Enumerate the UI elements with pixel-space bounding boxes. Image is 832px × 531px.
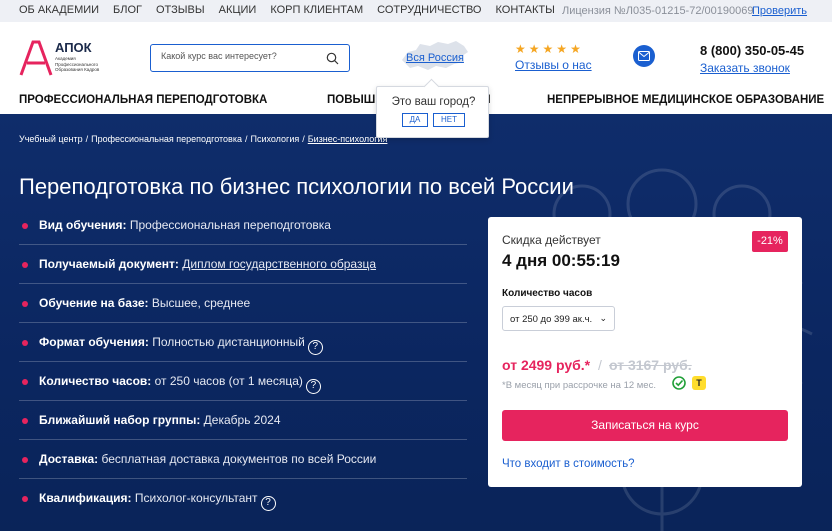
discount-badge: -21%	[752, 231, 788, 252]
hero-section: Учебный центр / Профессиональная переподго…	[0, 114, 832, 531]
sber-bank-icon	[672, 376, 686, 390]
region-selector[interactable]: Вся Россия	[398, 38, 470, 74]
feature-label: Обучение на базе:	[39, 296, 149, 310]
feature-item: Доставка: бесплатная доставка документов…	[19, 440, 467, 479]
city-no-button[interactable]: НЕТ	[433, 113, 465, 127]
logo-subtitle: Академия Профессионального Образования К…	[55, 56, 100, 72]
mainnav-nmo[interactable]: НЕПРЕРЫВНОЕ МЕДИЦИНСКОЕ ОБРАЗОВАНИЕ	[547, 94, 824, 106]
countdown-timer: 4 дня 00:55:19	[502, 251, 620, 270]
feature-label: Формат обучения:	[39, 335, 149, 349]
reviews-link[interactable]: Отзывы о нас	[515, 58, 592, 72]
bullet-icon	[22, 496, 28, 502]
feature-label: Доставка:	[39, 452, 99, 466]
bullet-icon	[22, 418, 28, 424]
bullet-icon	[22, 262, 28, 268]
installment-note: *В месяц при рассрочке на 12 мес.	[502, 380, 656, 391]
feature-item: Вид обучения: Профессиональная переподго…	[19, 206, 467, 245]
feature-label: Квалификация:	[39, 491, 132, 505]
verify-license-link[interactable]: Проверить	[752, 5, 807, 17]
current-price: от 2499 руб.*	[502, 357, 591, 373]
feature-label: Количество часов:	[39, 374, 152, 388]
top-nav: ОБ АКАДЕМИИ БЛОГ ОТЗЫВЫ АКЦИИ КОРП КЛИЕН…	[19, 4, 569, 16]
bullet-icon	[22, 379, 28, 385]
breadcrumb-item[interactable]: Психология	[250, 134, 299, 144]
topnav-about[interactable]: ОБ АКАДЕМИИ	[19, 4, 99, 16]
feature-item: Количество часов: от 250 часов (от 1 мес…	[19, 362, 467, 401]
topnav-contacts[interactable]: КОНТАКТЫ	[496, 4, 555, 16]
hours-select-value: от 250 до 399 ак.ч.	[510, 314, 593, 325]
enroll-button[interactable]: Записаться на курс	[502, 410, 788, 441]
breadcrumb-item[interactable]: Профессиональная переподготовка	[91, 134, 242, 144]
feature-value: Декабрь 2024	[200, 413, 281, 427]
price-card: Скидка действует 4 дня 00:55:19 -21% Кол…	[488, 217, 802, 487]
breadcrumb-item[interactable]: Учебный центр	[19, 134, 83, 144]
city-question: Это ваш город?	[391, 96, 476, 108]
mainnav-retraining[interactable]: ПРОФЕССИОНАЛЬНАЯ ПЕРЕПОДГОТОВКА	[19, 94, 267, 106]
feature-item: Формат обучения: Полностью дистанционный…	[19, 323, 467, 362]
help-icon[interactable]: ?	[307, 340, 323, 355]
feature-value: от 250 часов (от 1 месяца)	[151, 374, 303, 388]
star-icon: ★	[542, 42, 554, 56]
diploma-link[interactable]: Диплом государственного образца	[182, 257, 376, 271]
callback-link[interactable]: Заказать звонок	[700, 61, 790, 75]
hours-label: Количество часов	[502, 288, 593, 299]
bullet-icon	[22, 340, 28, 346]
topnav-corporate[interactable]: КОРП КЛИЕНТАМ	[270, 4, 363, 16]
feature-item: Обучение на базе: Высшее, среднее	[19, 284, 467, 323]
feature-item: Получаемый документ: Диплом государствен…	[19, 245, 467, 284]
whats-included-link[interactable]: Что входит в стоимость?	[502, 458, 635, 470]
star-icon: ★	[528, 42, 540, 56]
rating-stars: ★ ★ ★ ★ ★	[515, 43, 581, 55]
chevron-down-icon: ⌄	[599, 313, 607, 323]
search-input[interactable]	[161, 51, 321, 61]
help-icon[interactable]: ?	[305, 379, 321, 394]
feature-label: Вид обучения:	[39, 218, 127, 232]
topnav-promotions[interactable]: АКЦИИ	[219, 4, 257, 16]
top-bar: ОБ АКАДЕМИИ БЛОГ ОТЗЫВЫ АКЦИИ КОРП КЛИЕН…	[0, 0, 832, 22]
bullet-icon	[22, 301, 28, 307]
logo-name: АПОК	[55, 40, 92, 55]
page-title: Переподготовка по бизнес психологии по в…	[19, 174, 574, 199]
old-price: от 3167 руб.	[609, 357, 692, 373]
logo-a-icon	[19, 40, 53, 76]
feature-item: Ближайший набор группы: Декабрь 2024	[19, 401, 467, 440]
feature-label: Ближайший набор группы:	[39, 413, 201, 427]
topnav-reviews[interactable]: ОТЗЫВЫ	[156, 4, 205, 16]
feature-value: Высшее, среднее	[148, 296, 251, 310]
help-icon[interactable]: ?	[260, 496, 276, 511]
feature-item: Квалификация: Психолог-консультант?	[19, 479, 467, 518]
topnav-cooperation[interactable]: СОТРУДНИЧЕСТВО	[377, 4, 481, 16]
mail-button[interactable]	[633, 45, 655, 67]
topnav-blog[interactable]: БЛОГ	[113, 4, 142, 16]
bullet-icon	[22, 223, 28, 229]
logo[interactable]: АПОК Академия Профессионального Образова…	[19, 40, 114, 80]
mail-icon	[638, 51, 650, 61]
course-features: Вид обучения: Профессиональная переподго…	[19, 206, 467, 518]
region-link[interactable]: Вся Россия	[406, 52, 464, 64]
search-box[interactable]	[150, 44, 350, 72]
feature-value: бесплатная доставка документов по всей Р…	[98, 452, 377, 466]
license-text: Лицензия №Л035-01215-72/00190069	[562, 5, 754, 17]
feature-value: Полностью дистанционный	[148, 335, 305, 349]
feature-label: Получаемый документ:	[39, 257, 179, 271]
phone-number[interactable]: 8 (800) 350-05-45	[700, 43, 804, 58]
hours-select[interactable]: от 250 до 399 ак.ч. ⌄	[502, 306, 615, 331]
discount-label: Скидка действует	[502, 233, 601, 247]
star-icon: ★	[570, 42, 581, 56]
city-yes-button[interactable]: ДА	[402, 113, 428, 127]
bullet-icon	[22, 457, 28, 463]
breadcrumb: Учебный центр / Профессиональная переподго…	[19, 134, 388, 144]
city-confirm-popup: Это ваш город? ДА НЕТ	[376, 86, 489, 138]
price-separator: /	[598, 357, 602, 373]
mainnav-qualification[interactable]: ПОВЫШ	[327, 94, 375, 106]
star-icon: ★	[556, 42, 568, 56]
feature-value: Психолог-консультант	[131, 491, 258, 505]
star-icon: ★	[515, 42, 526, 56]
feature-value: Профессиональная переподготовка	[126, 218, 331, 232]
search-icon[interactable]	[326, 52, 339, 65]
tinkoff-bank-icon: Т	[692, 376, 706, 390]
